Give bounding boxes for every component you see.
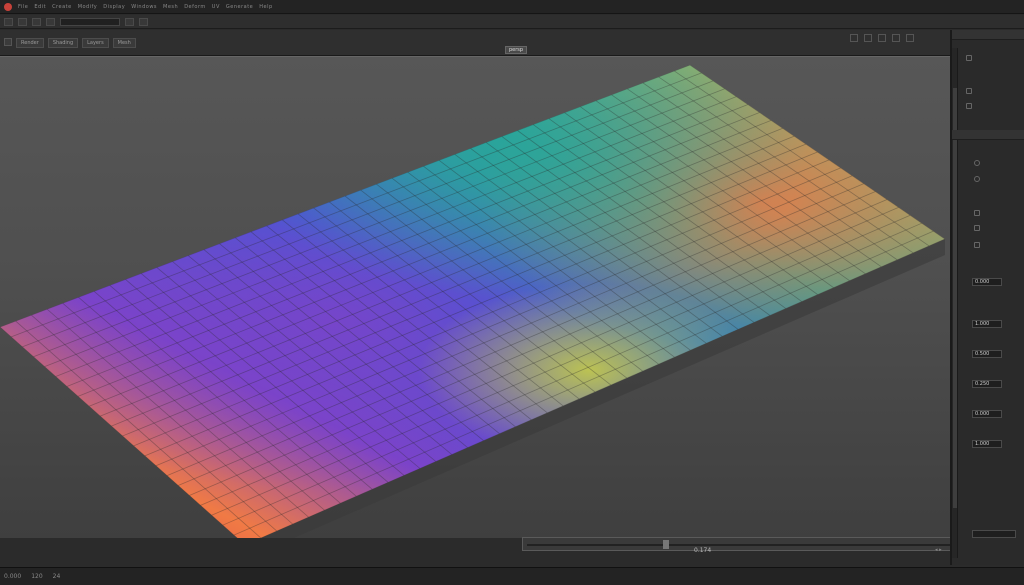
- grid-toggle-icon[interactable]: [864, 34, 872, 42]
- rotate-tool-icon[interactable]: [32, 17, 41, 26]
- toolbar-field[interactable]: [60, 17, 120, 26]
- scale-tool-icon[interactable]: [46, 17, 55, 26]
- tab-render[interactable]: Render: [16, 38, 44, 48]
- select-tool-button[interactable]: [4, 17, 13, 26]
- panel-bottom-field[interactable]: [972, 530, 1016, 538]
- toolbar: [0, 15, 1024, 29]
- viewport-tools: [850, 34, 914, 42]
- snap-button[interactable]: [125, 17, 134, 26]
- move-tool-icon[interactable]: [18, 17, 27, 26]
- viewport-tab-bar: Render Shading Layers Mesh: [0, 30, 960, 56]
- tab-shading[interactable]: Shading: [47, 38, 79, 48]
- scroll-thumb[interactable]: [953, 88, 957, 508]
- menu-edit[interactable]: Edit: [34, 4, 46, 10]
- panel-checkbox-1[interactable]: [966, 55, 972, 61]
- app-logo-icon: [4, 2, 12, 11]
- panel-radio-1[interactable]: [974, 160, 980, 166]
- panel-scrollbar[interactable]: [952, 48, 958, 558]
- menu-modify[interactable]: Modify: [78, 4, 98, 10]
- playback-controls[interactable]: ◂ ▸: [935, 547, 942, 553]
- menu-uv[interactable]: UV: [212, 4, 220, 10]
- menu-bar: File Edit Create Modify Display Windows …: [0, 0, 1024, 14]
- tab-mesh[interactable]: Mesh: [112, 38, 136, 48]
- menu-windows[interactable]: Windows: [131, 4, 157, 10]
- time-slider[interactable]: [522, 537, 958, 551]
- isolate-icon[interactable]: [906, 34, 914, 42]
- status-bar: 0.000 120 24: [0, 567, 1024, 585]
- panel-field-2[interactable]: 1.000: [972, 320, 1002, 328]
- panel-checkbox-3[interactable]: [966, 103, 972, 109]
- panel-checkbox-4[interactable]: [974, 210, 980, 216]
- status-value-3: 24: [52, 573, 61, 580]
- colored-mesh-surface: [0, 65, 945, 538]
- panel-icon[interactable]: [4, 38, 12, 46]
- panel-field-1[interactable]: 0.000: [972, 278, 1002, 286]
- panel-header: [952, 30, 1024, 40]
- render-button[interactable]: [139, 17, 148, 26]
- panel-checkbox-2[interactable]: [966, 88, 972, 94]
- menu-mesh[interactable]: Mesh: [163, 4, 178, 10]
- panel-field-3[interactable]: 0.500: [972, 350, 1002, 358]
- panel-field-6[interactable]: 1.000: [972, 440, 1002, 448]
- panel-field-5[interactable]: 0.000: [972, 410, 1002, 418]
- time-slider-track: [527, 544, 953, 546]
- status-value-2: 120: [31, 573, 43, 580]
- panel-checkbox-5[interactable]: [974, 225, 980, 231]
- menu-help[interactable]: Help: [259, 4, 272, 10]
- lighting-icon[interactable]: [892, 34, 900, 42]
- current-frame-value: 0.174: [694, 547, 712, 554]
- time-slider-handle[interactable]: [663, 540, 669, 549]
- menu-file[interactable]: File: [18, 4, 28, 10]
- status-value-1: 0.000: [4, 573, 22, 580]
- panel-radio-2[interactable]: [974, 176, 980, 182]
- menu-deform[interactable]: Deform: [184, 4, 206, 10]
- menu-create[interactable]: Create: [52, 4, 72, 10]
- shading-icon[interactable]: [878, 34, 886, 42]
- camera-icon[interactable]: [850, 34, 858, 42]
- viewport-camera-label[interactable]: persp: [505, 46, 528, 54]
- attribute-panel: 0.000 1.000 0.500 0.250 0.000 1.000: [950, 30, 1024, 565]
- panel-checkbox-6[interactable]: [974, 242, 980, 248]
- panel-field-4[interactable]: 0.250: [972, 380, 1002, 388]
- 3d-viewport[interactable]: [0, 56, 950, 538]
- tab-layers[interactable]: Layers: [82, 38, 109, 48]
- menu-display[interactable]: Display: [103, 4, 125, 10]
- section-header[interactable]: [952, 130, 1024, 140]
- menu-generate[interactable]: Generate: [226, 4, 253, 10]
